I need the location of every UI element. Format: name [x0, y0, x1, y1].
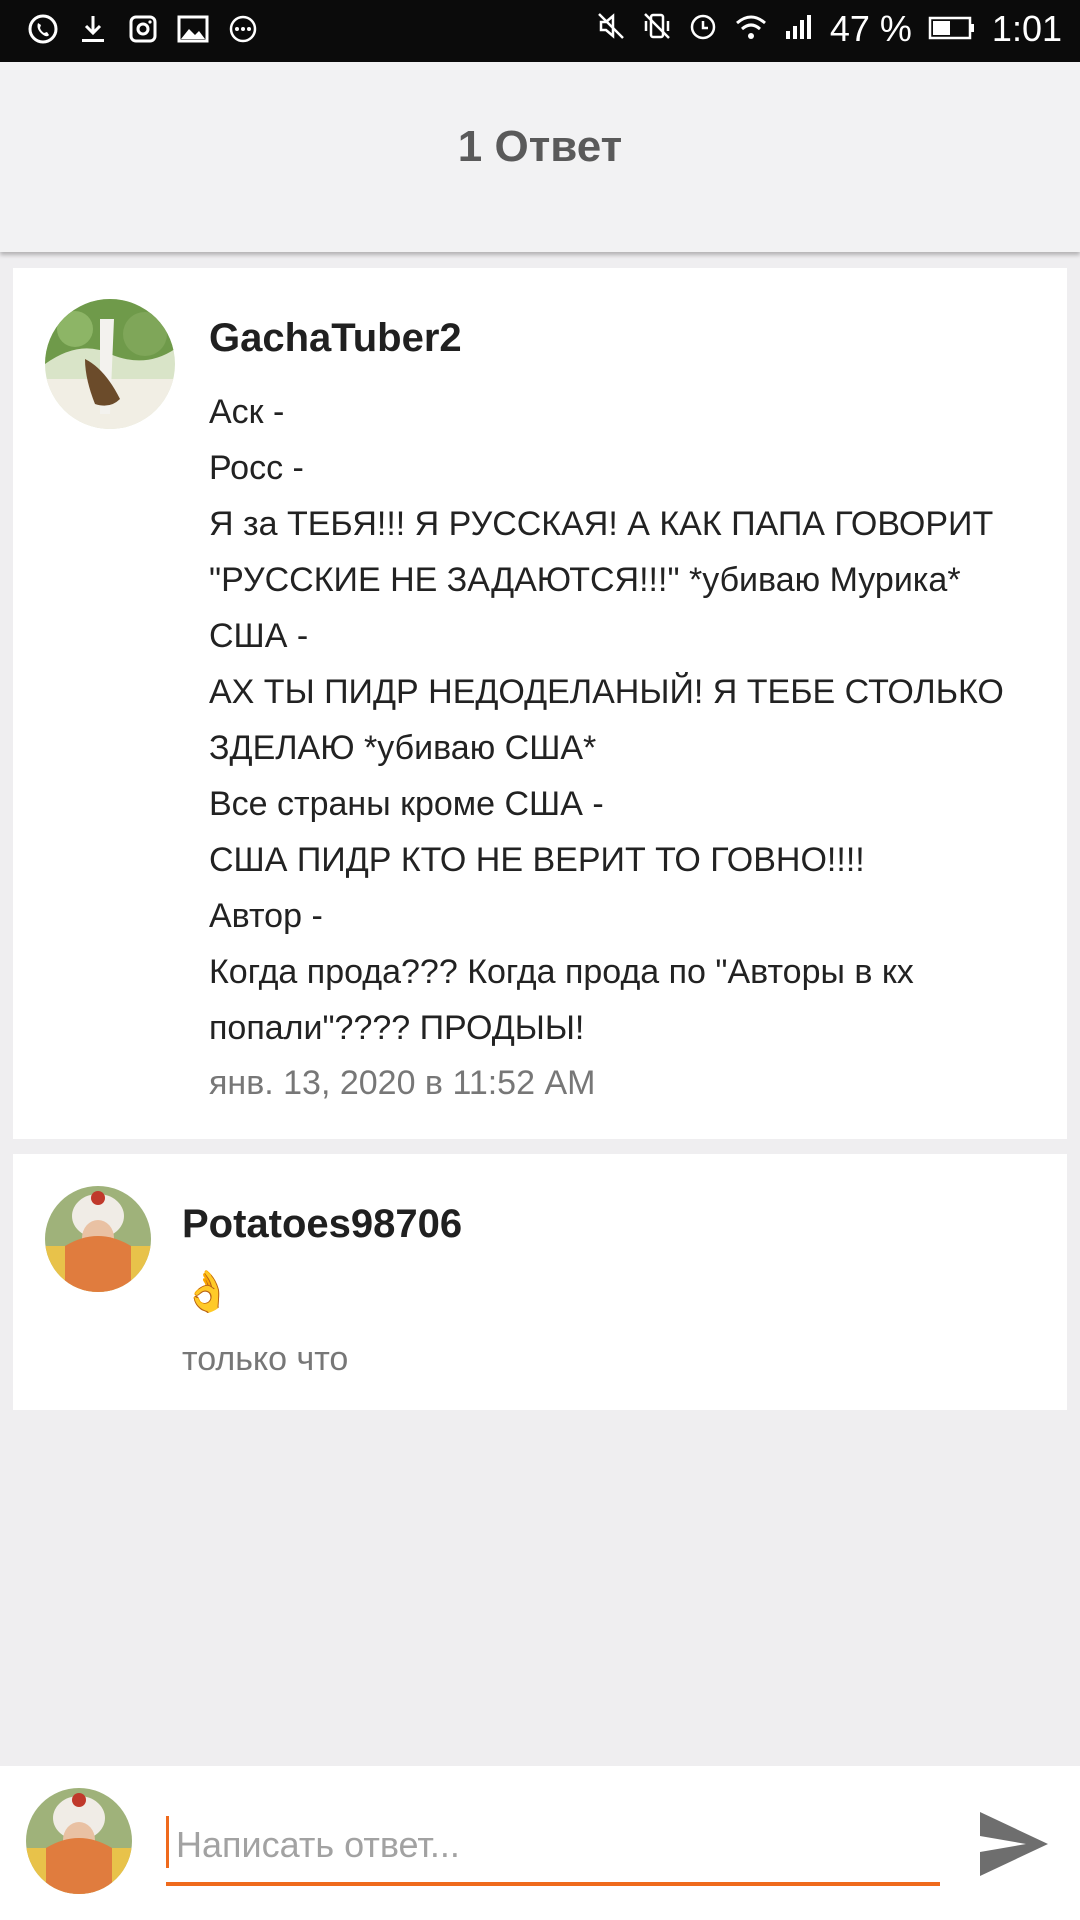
comment-line: США - — [209, 617, 309, 655]
alarm-icon — [688, 8, 718, 50]
comment-line: АХ ТЫ ПИДР НЕДОДЕЛАНЫЙ! Я ТЕБЕ СТОЛЬКО — [209, 673, 1004, 711]
comment-username[interactable]: GachaTuber2 — [209, 316, 462, 361]
comment-line: Когда прода??? Когда прода по "Авторы в … — [209, 953, 914, 991]
comment-line: Я за ТЕБЯ!!! Я РУССКАЯ! А КАК ПАПА ГОВОР… — [209, 505, 994, 543]
comment-line: Все страны кроме США - — [209, 785, 604, 823]
comment-text: Аск - Росс - Я за ТЕБЯ!!! Я РУССКАЯ! А К… — [209, 384, 1004, 1056]
signal-icon — [784, 8, 814, 50]
comment-line: Росс - — [209, 449, 304, 487]
comment-line: "РУССКИЕ НЕ ЗАДАЮТСЯ!!!" *убиваю Мурика* — [209, 561, 961, 599]
status-bar: 47 % 1:01 — [0, 0, 1080, 62]
my-avatar[interactable] — [26, 1788, 132, 1894]
battery-icon — [928, 8, 976, 50]
reply-field[interactable] — [166, 1806, 940, 1886]
comment-text: 👌 — [182, 1270, 232, 1314]
wifi-icon — [734, 8, 768, 50]
comment-card: Potatoes98706 👌 только что — [13, 1154, 1067, 1410]
header: 1 Ответ — [0, 62, 1080, 252]
comment-line: США ПИДР КТО НЕ ВЕРИТ ТО ГОВНО!!!! — [209, 841, 865, 879]
download-icon — [76, 12, 110, 46]
reply-input[interactable] — [174, 1806, 938, 1884]
send-icon[interactable] — [976, 1808, 1052, 1880]
battery-percent: 47 % — [829, 8, 912, 49]
comment-timestamp: янв. 13, 2020 в 11:52 AM — [209, 1064, 596, 1102]
page-title: 1 Ответ — [457, 122, 623, 171]
comment-card: GachaTuber2 Аск - Росс - Я за ТЕБЯ!!! Я … — [13, 268, 1067, 1139]
avatar[interactable] — [45, 299, 175, 429]
comment-timestamp: только что — [182, 1340, 349, 1378]
text-cursor — [166, 1816, 169, 1868]
gallery-icon — [176, 12, 210, 46]
mute-icon — [596, 8, 626, 50]
instagram-icon — [126, 12, 160, 46]
more-icon — [226, 12, 260, 46]
comment-line: попали"???? ПРОДЫЫ! — [209, 1009, 585, 1047]
clock: 1:01 — [991, 8, 1062, 49]
comment-line: Автор - — [209, 897, 323, 935]
vibrate-off-icon — [642, 8, 672, 50]
comment-line: Аск - — [209, 393, 285, 431]
comment-line: ЗДЕЛАЮ *убиваю США* — [209, 729, 597, 767]
avatar[interactable] — [45, 1186, 151, 1292]
reply-bar — [0, 1766, 1080, 1920]
comment-username[interactable]: Potatoes98706 — [182, 1202, 462, 1247]
viber-icon — [26, 12, 60, 46]
